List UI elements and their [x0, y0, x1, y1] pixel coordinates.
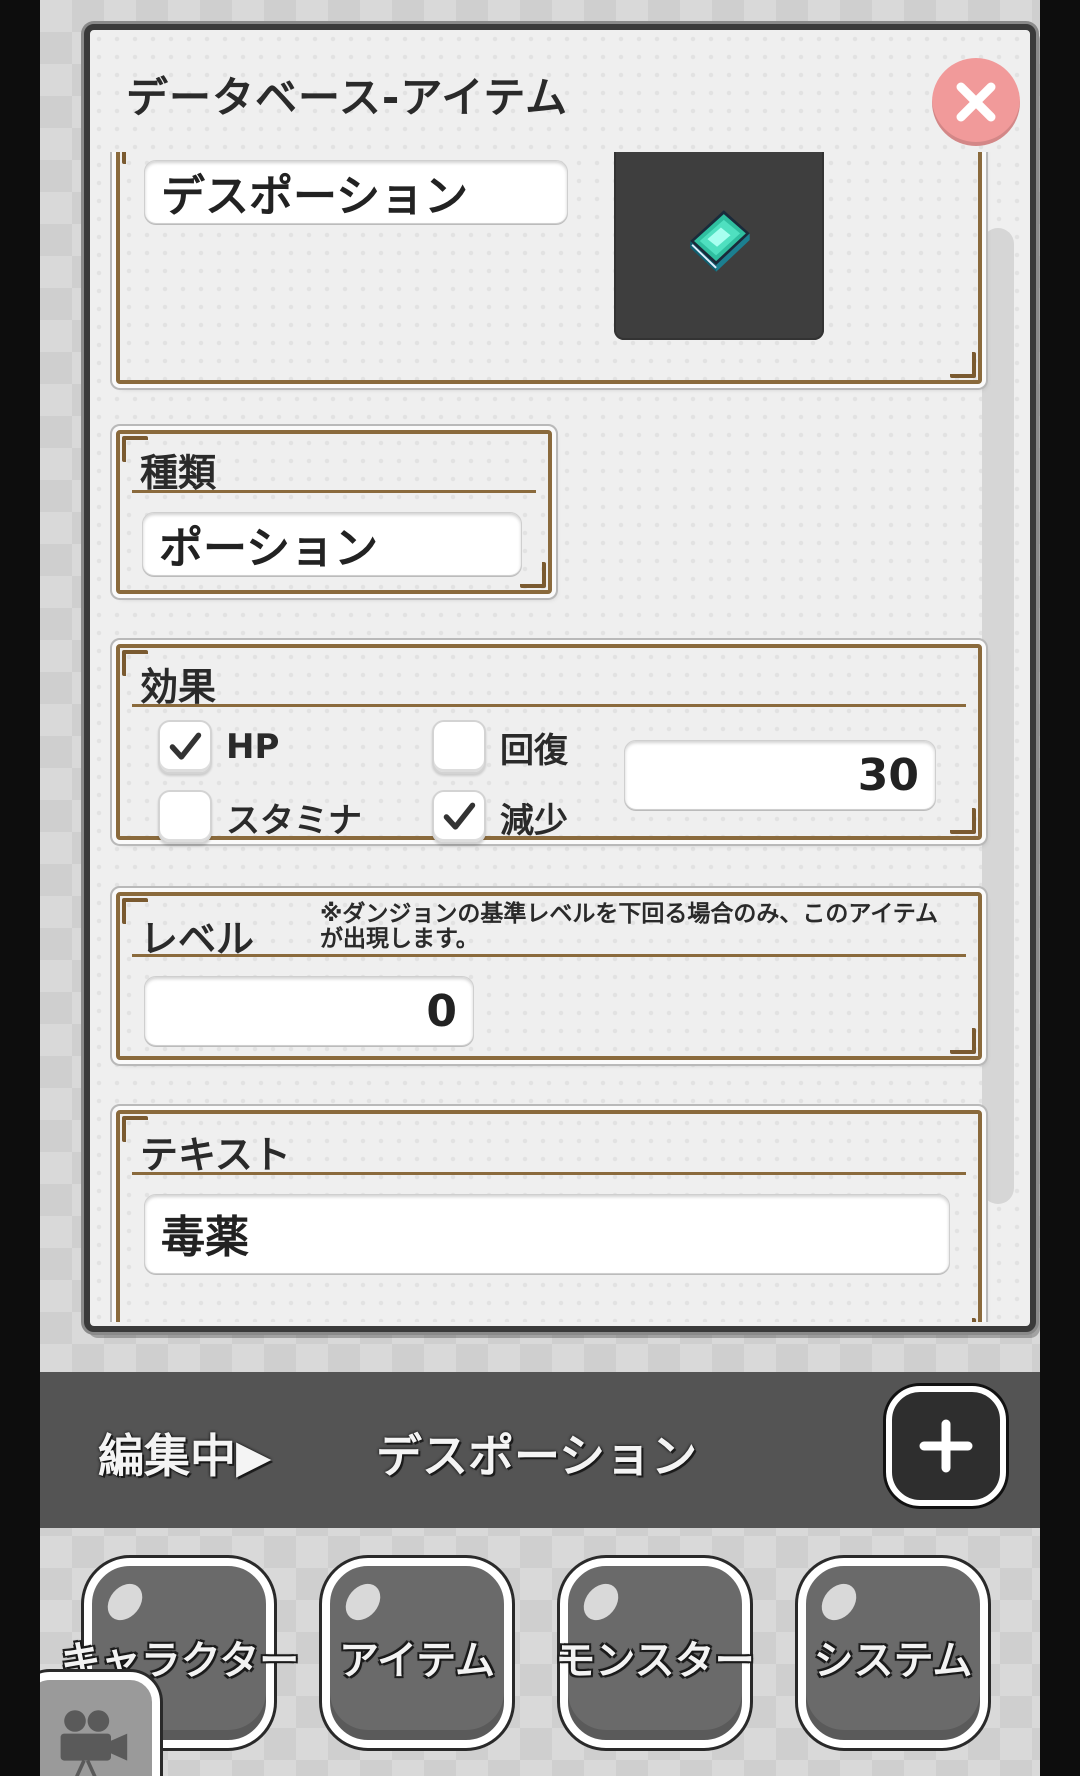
- level-value: 0: [426, 985, 457, 1037]
- text-value: 毒薬: [161, 1212, 249, 1263]
- gloss-highlight: [100, 1577, 150, 1627]
- category-panel: 種類 ポーション: [116, 430, 552, 594]
- left-frame: [0, 0, 40, 1776]
- decrease-option-label: 減少: [500, 800, 568, 841]
- item-image[interactable]: [614, 152, 824, 340]
- level-note: ※ダンジョンの基準レベルを下回る場合のみ、このアイテムが出現します。: [320, 901, 939, 952]
- gloss-highlight: [576, 1577, 626, 1627]
- effect-label: 効果: [140, 665, 217, 709]
- plus-icon: [919, 1419, 973, 1473]
- editing-item-name: デスポーション: [376, 1429, 698, 1483]
- hp-option-label: HP: [226, 727, 280, 767]
- text-panel: テキスト 毒薬: [116, 1110, 982, 1322]
- recover-option[interactable]: 回復: [432, 720, 568, 774]
- check-icon: [443, 802, 476, 830]
- tab-system-label: システム: [813, 1638, 973, 1684]
- check-icon: [169, 732, 202, 760]
- camera-button[interactable]: [40, 1672, 160, 1776]
- category-label: 種類: [140, 451, 217, 495]
- right-frame: [1040, 0, 1080, 1776]
- app-screen: データベース-アイテム デスポーション 種類 ポーション 効果 HP スタミナ …: [40, 0, 1040, 1776]
- level-field[interactable]: 0: [144, 976, 474, 1046]
- tab-item-label: アイテム: [339, 1638, 495, 1684]
- close-button[interactable]: [932, 58, 1020, 146]
- level-panel: レベル ※ダンジョンの基準レベルを下回る場合のみ、このアイテムが出現します。 0: [116, 892, 982, 1060]
- tab-monster-label: モンスター: [555, 1638, 755, 1684]
- editing-bar: 編集中▶ デスポーション: [40, 1372, 1040, 1528]
- category-divider: [132, 490, 536, 493]
- editing-label: 編集中▶: [98, 1429, 272, 1483]
- effect-panel: 効果 HP スタミナ 回復 減少 30: [116, 644, 982, 844]
- add-button[interactable]: [886, 1386, 1006, 1506]
- recover-checkbox[interactable]: [432, 720, 486, 774]
- gloss-highlight: [338, 1577, 388, 1627]
- name-panel: デスポーション: [116, 152, 982, 384]
- category-field[interactable]: ポーション: [142, 512, 522, 576]
- hp-option[interactable]: HP: [158, 720, 279, 774]
- dialog-title: データベース-アイテム: [126, 73, 569, 122]
- text-label: テキスト: [140, 1133, 291, 1177]
- database-item-dialog: データベース-アイテム デスポーション 種類 ポーション 効果 HP スタミナ …: [84, 24, 1036, 1332]
- green-potion-book-icon: [690, 210, 750, 272]
- decrease-checkbox[interactable]: [432, 790, 486, 844]
- stamina-option[interactable]: スタミナ: [158, 790, 362, 844]
- category-value: ポーション: [159, 523, 379, 574]
- effect-divider: [132, 704, 966, 707]
- effect-amount-field[interactable]: 30: [624, 740, 936, 810]
- gloss-highlight: [814, 1577, 864, 1627]
- recover-option-label: 回復: [500, 730, 568, 771]
- decrease-option[interactable]: 減少: [432, 790, 568, 844]
- scroll-content: デスポーション 種類 ポーション 効果 HP スタミナ 回復 減少 30 レベル…: [90, 152, 1030, 1322]
- text-divider: [132, 1172, 966, 1175]
- item-name-value: デスポーション: [161, 171, 469, 222]
- item-name-field[interactable]: デスポーション: [144, 160, 568, 224]
- level-divider: [132, 954, 966, 957]
- hp-checkbox[interactable]: [158, 720, 212, 774]
- movie-camera-icon: [60, 1710, 128, 1776]
- stamina-checkbox[interactable]: [158, 790, 212, 844]
- effect-amount-value: 30: [857, 749, 919, 801]
- stamina-option-label: スタミナ: [226, 800, 362, 841]
- close-icon: [956, 82, 996, 122]
- text-field[interactable]: 毒薬: [144, 1194, 950, 1274]
